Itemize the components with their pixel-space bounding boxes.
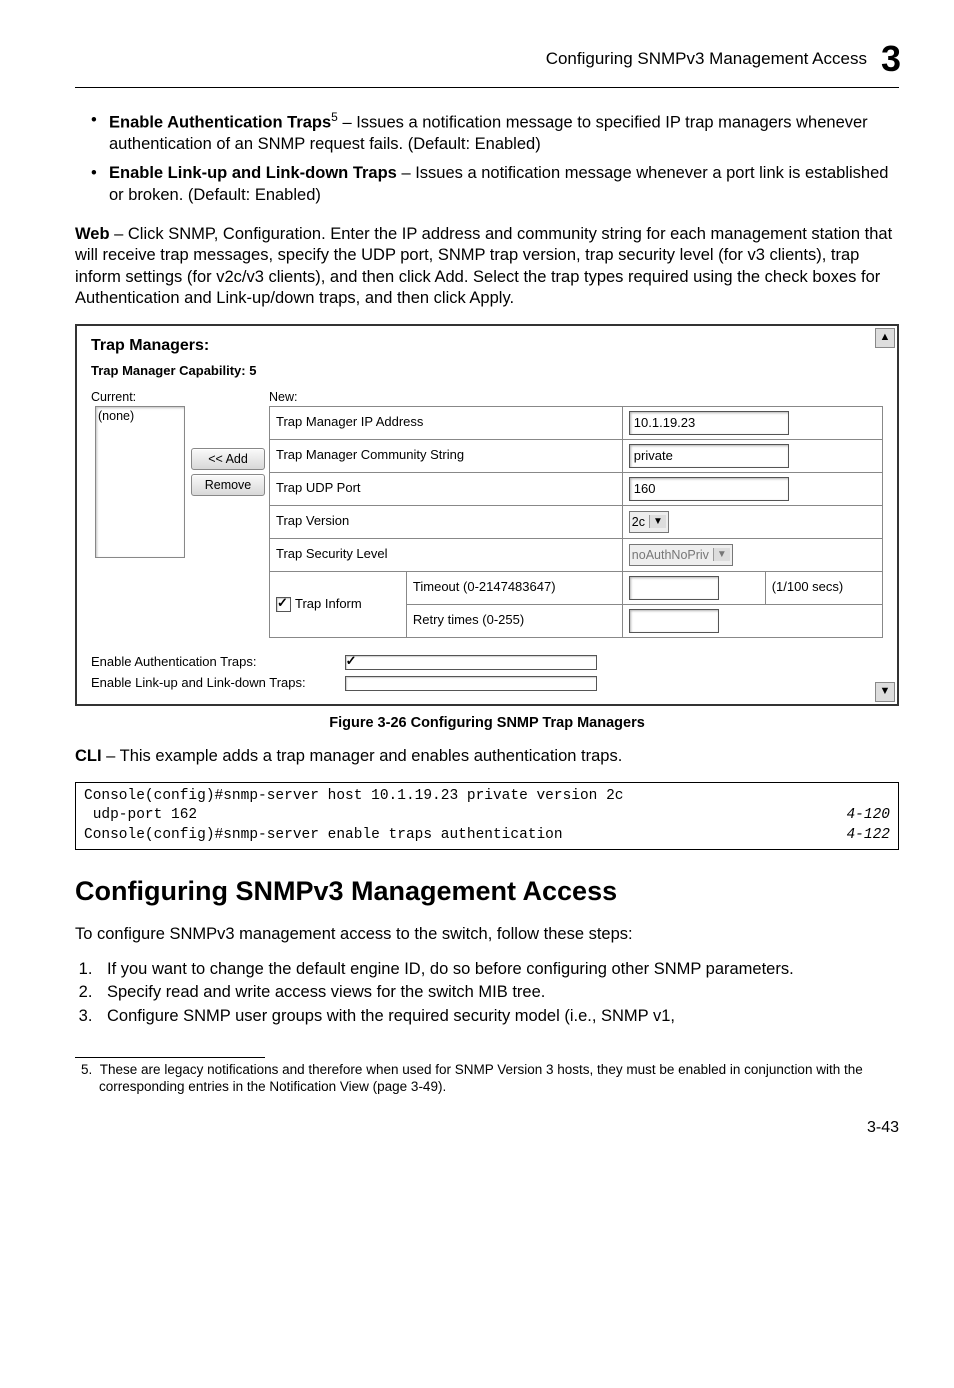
config-table: Trap Manager IP Address Trap Manager Com… [269, 406, 883, 638]
current-label: Current: [91, 389, 269, 405]
footnote: 5. These are legacy notifications and th… [75, 1062, 899, 1096]
security-select[interactable]: noAuthNoPriv ▼ [629, 544, 733, 566]
chevron-down-icon: ▼ [713, 548, 730, 561]
version-value: 2c [632, 514, 645, 530]
remove-button[interactable]: Remove [191, 474, 265, 496]
figure-caption: Figure 3-26 Configuring SNMP Trap Manage… [75, 714, 899, 733]
code-line: udp-port 162 [84, 806, 197, 826]
retry-label: Retry times (0-255) [406, 604, 622, 637]
step-item: If you want to change the default engine… [97, 959, 899, 980]
scroll-up-icon[interactable]: ▲ [875, 328, 895, 348]
figure-title: Trap Managers: [91, 336, 883, 357]
trap-managers-figure: ▲ ▼ Trap Managers: Trap Manager Capabili… [75, 324, 899, 706]
timeout-input[interactable] [629, 576, 719, 600]
trap-inform-checkbox[interactable] [276, 597, 291, 612]
web-lead: Web [75, 225, 110, 243]
ip-input[interactable] [629, 411, 789, 435]
page-number: 3-43 [75, 1118, 899, 1139]
udp-label: Trap UDP Port [270, 472, 623, 505]
community-label: Trap Manager Community String [270, 439, 623, 472]
inform-label: Trap Inform [295, 596, 362, 611]
timeout-label: Timeout (0-2147483647) [406, 571, 622, 604]
ip-label: Trap Manager IP Address [270, 406, 623, 439]
figure-subtitle: Trap Manager Capability: 5 [91, 363, 883, 380]
section-intro: To configure SNMPv3 management access to… [75, 924, 899, 945]
current-listbox[interactable]: (none) [95, 406, 185, 558]
bullet-item: Enable Authentication Traps5 – Issues a … [109, 110, 899, 155]
running-head: Configuring SNMPv3 Management Access [546, 48, 867, 70]
bullet-lead: Enable Authentication Traps [109, 113, 331, 131]
steps-list: If you want to change the default engine… [75, 959, 899, 1027]
scroll-down-icon[interactable]: ▼ [875, 682, 895, 702]
enable-link-label: Enable Link-up and Link-down Traps: [91, 675, 341, 692]
web-paragraph: Web – Click SNMP, Configuration. Enter t… [75, 224, 899, 310]
enable-auth-label: Enable Authentication Traps: [91, 654, 341, 671]
header-rule [75, 87, 899, 88]
code-ref: 4-122 [846, 826, 890, 846]
bullet-item: Enable Link-up and Link-down Traps – Iss… [109, 163, 899, 206]
cli-lead: CLI [75, 747, 102, 765]
bullet-sup: 5 [331, 110, 338, 124]
timeout-units: (1/100 secs) [765, 571, 882, 604]
version-select[interactable]: 2c ▼ [629, 511, 669, 533]
footnote-rule [75, 1057, 265, 1058]
chapter-number: 3 [881, 36, 899, 83]
code-ref: 4-120 [846, 806, 890, 826]
cli-code-block: Console(config)#snmp-server host 10.1.19… [75, 782, 899, 851]
code-line: Console(config)#snmp-server enable traps… [84, 826, 563, 846]
section-heading: Configuring SNMPv3 Management Access [75, 874, 899, 909]
cli-paragraph: CLI – This example adds a trap manager a… [75, 746, 899, 767]
add-button[interactable]: << Add [191, 448, 265, 470]
footnote-text: These are legacy notifications and there… [99, 1062, 863, 1094]
bullet-list: Enable Authentication Traps5 – Issues a … [75, 110, 899, 206]
security-value: noAuthNoPriv [632, 547, 709, 563]
enable-link-checkbox[interactable] [345, 676, 597, 691]
bullet-lead: Enable Link-up and Link-down Traps [109, 164, 397, 182]
step-item: Specify read and write access views for … [97, 982, 899, 1003]
footnote-number: 5. [81, 1062, 92, 1077]
code-line: Console(config)#snmp-server host 10.1.19… [84, 787, 624, 807]
web-rest: – Click SNMP, Configuration. Enter the I… [75, 225, 892, 307]
community-input[interactable] [629, 444, 789, 468]
version-label: Trap Version [270, 505, 623, 538]
security-label: Trap Security Level [270, 538, 623, 571]
step-item: Configure SNMP user groups with the requ… [97, 1006, 899, 1027]
retry-input[interactable] [629, 609, 719, 633]
udp-input[interactable] [629, 477, 789, 501]
enable-auth-checkbox[interactable] [345, 655, 597, 670]
new-label: New: [269, 389, 883, 405]
chevron-down-icon: ▼ [649, 515, 666, 528]
cli-rest: – This example adds a trap manager and e… [102, 747, 623, 765]
